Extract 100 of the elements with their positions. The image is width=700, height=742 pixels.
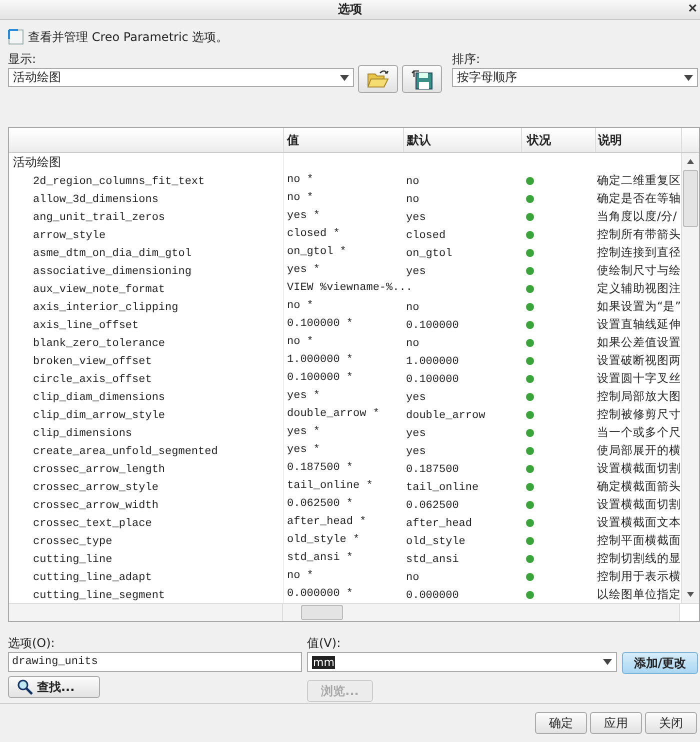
description-cell: 确定是否在等轴: [597, 190, 681, 204]
close-button[interactable]: ×: [685, 0, 700, 18]
option-row[interactable]: clip_dimensions yes * yes 当一个或多个尺: [9, 423, 681, 441]
option-name: cutting_line_adapt: [32, 572, 152, 584]
option-row[interactable]: aux_view_note_format VIEW %viewname-%... 定义辅助视图注: [9, 279, 681, 297]
scroll-thumb[interactable]: [683, 170, 698, 227]
value-cell: no *: [287, 336, 314, 348]
add-change-button[interactable]: 添加/更改: [622, 652, 698, 674]
option-row[interactable]: crossec_arrow_style tail_online * tail_online 确定横截面箭头: [9, 477, 681, 495]
dialog-button[interactable]: 应用: [590, 712, 642, 734]
folder-icon: [366, 68, 390, 90]
option-name: asme_dtm_on_dia_dim_gtol: [32, 248, 192, 260]
value-cell: yes *: [287, 210, 320, 222]
option-name: crossec_text_place: [32, 518, 152, 530]
option-name: circle_axis_offset: [32, 374, 152, 386]
option-name: ang_unit_trail_zeros: [32, 212, 166, 224]
value-dropdown[interactable]: mm: [307, 652, 617, 672]
option-label: 选项(O):: [8, 636, 56, 650]
value-cell: 0.187500 *: [287, 462, 354, 474]
value-cell: no *: [287, 174, 314, 186]
option-row[interactable]: ang_unit_trail_zeros yes * yes 当角度以度/分/: [9, 207, 681, 225]
description-cell: 设置横截面切割: [597, 460, 681, 474]
option-name: allow_3d_dimensions: [32, 194, 158, 206]
column-header[interactable]: 说明: [595, 128, 681, 152]
value-cell: on_gtol *: [287, 246, 346, 258]
scroll-thumb[interactable]: [301, 605, 343, 620]
default-cell: 0.100000: [406, 374, 459, 386]
option-name: broken_view_offset: [32, 356, 152, 368]
group-label: 活动绘图: [12, 154, 61, 168]
default-cell: yes: [406, 392, 426, 404]
value-cell: yes *: [287, 390, 320, 402]
option-row[interactable]: crossec_text_place after_head * after_head 设置横截面文本: [9, 513, 681, 531]
option-name: blank_zero_tolerance: [32, 338, 166, 350]
option-row[interactable]: cutting_line std_ansi * std_ansi 控制切割线的显: [9, 549, 681, 567]
default-cell: no: [406, 302, 420, 314]
option-row[interactable]: clip_dim_arrow_style double_arrow * double_arrow 控制被修剪尺寸: [9, 405, 681, 423]
default-cell: no: [406, 194, 420, 206]
option-row[interactable]: arrow_style closed * closed 控制所有带箭头: [9, 225, 681, 243]
vertical-scrollbar[interactable]: [681, 153, 699, 603]
option-row[interactable]: axis_interior_clipping no * no 如果设置为“是”: [9, 297, 681, 315]
option-row[interactable]: asme_dtm_on_dia_dim_gtol on_gtol * on_gtol 控制连接到直径: [9, 243, 681, 261]
option-field[interactable]: drawing_units: [8, 652, 302, 672]
default-cell: after_head: [406, 518, 472, 530]
horizontal-scrollbar[interactable]: [9, 604, 283, 621]
default-cell: no: [406, 176, 420, 188]
option-row[interactable]: crossec_arrow_width 0.062500 * 0.062500 设置横截面切割: [9, 495, 681, 513]
option-row[interactable]: crossec_arrow_length 0.187500 * 0.187500 设置横截面切割: [9, 459, 681, 477]
description-cell: 控制局部放大图: [597, 388, 681, 402]
dialog-button[interactable]: 关闭: [645, 712, 697, 734]
default-cell: 0.000000: [406, 590, 459, 602]
panel-icon: [8, 29, 24, 45]
option-row[interactable]: 2d_region_columns_fit_text no * no 确定二维重复区: [9, 171, 681, 189]
default-cell: yes: [406, 266, 426, 278]
default-cell: 0.100000: [406, 320, 459, 332]
dialog-button[interactable]: 确定: [535, 712, 587, 734]
description-cell: 如果公差值设置: [597, 334, 681, 348]
option-row[interactable]: clip_diam_dimensions yes * yes 控制局部放大图: [9, 387, 681, 405]
description-cell: 确定二维重复区: [597, 172, 681, 186]
horizontal-scrollbar[interactable]: [283, 604, 680, 621]
option-row[interactable]: cutting_line_segment 0.000000 * 0.000000 以绘图单位指定: [9, 585, 681, 603]
value-cell: VIEW %viewname-%...: [287, 282, 412, 294]
description-cell: 确定横截面箭头: [597, 478, 681, 492]
description-cell: 当一个或多个尺: [597, 424, 681, 438]
floppy-icon: [410, 68, 434, 90]
option-row[interactable]: crossec_type old_style * old_style 控制平面横截面: [9, 531, 681, 549]
option-name: cutting_line_segment: [32, 590, 166, 602]
caret-icon: [684, 74, 693, 80]
value-cell: no *: [287, 300, 314, 312]
option-row[interactable]: axis_line_offset 0.100000 * 0.100000 设置直轴线延伸: [9, 315, 681, 333]
default-cell: on_gtol: [406, 248, 452, 260]
show-dropdown[interactable]: 活动绘图: [8, 68, 354, 87]
save-button[interactable]: [402, 65, 442, 93]
description-cell: 使局部展开的横: [597, 442, 681, 456]
description-cell: 控制切割线的显: [597, 550, 681, 564]
value-cell: yes *: [287, 444, 320, 456]
option-name: crossec_type: [32, 536, 112, 548]
option-row[interactable]: allow_3d_dimensions no * no 确定是否在等轴: [9, 189, 681, 207]
option-name: clip_diam_dimensions: [32, 392, 166, 404]
option-row[interactable]: circle_axis_offset 0.100000 * 0.100000 设置圆十字叉丝: [9, 369, 681, 387]
value-cell: std_ansi *: [287, 552, 354, 564]
value-cell: closed *: [287, 228, 340, 240]
option-row[interactable]: associative_dimensioning yes * yes 使绘制尺寸与绘: [9, 261, 681, 279]
caret-icon: [340, 74, 349, 80]
default-cell: std_ansi: [406, 554, 459, 566]
find-button[interactable]: 查找...: [8, 676, 100, 698]
default-cell: 0.187500: [406, 464, 459, 476]
option-name: associative_dimensioning: [32, 266, 192, 278]
option-name: axis_line_offset: [32, 320, 139, 332]
option-row[interactable]: cutting_line_adapt no * no 控制用于表示横: [9, 567, 681, 585]
sort-dropdown[interactable]: 按字母顺序: [452, 68, 698, 87]
value-cell: yes *: [287, 426, 320, 438]
column-header[interactable]: 默认: [403, 128, 521, 152]
option-row[interactable]: create_area_unfold_segmented yes * yes 使局部展开的横: [9, 441, 681, 459]
default-cell: closed: [406, 230, 446, 242]
column-header[interactable]: 值: [283, 128, 403, 152]
window-title: 选项: [338, 1, 362, 18]
option-name: arrow_style: [32, 230, 106, 242]
column-header[interactable]: 状况: [521, 128, 595, 152]
option-row[interactable]: blank_zero_tolerance no * no 如果公差值设置: [9, 333, 681, 351]
option-row[interactable]: broken_view_offset 1.000000 * 1.000000 设置破断视图两: [9, 351, 681, 369]
